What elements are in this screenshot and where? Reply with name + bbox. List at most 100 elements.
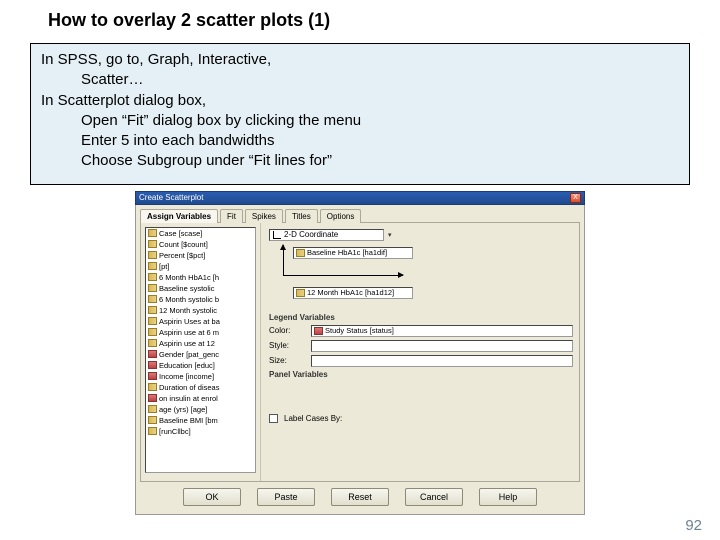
panel-variable-well[interactable]	[269, 381, 573, 405]
nominal-icon	[314, 327, 323, 335]
button-bar: OK Paste Reset Cancel Help	[140, 482, 580, 514]
list-item[interactable]: Percent [$pct]	[146, 250, 255, 261]
var-label: Percent [$pct]	[159, 251, 205, 260]
y-axis-arrow-icon	[283, 245, 284, 275]
tab-titles[interactable]: Titles	[285, 209, 318, 223]
var-label: [runCllbc]	[159, 427, 191, 436]
list-item[interactable]: 12 Month systolic	[146, 305, 255, 316]
list-item[interactable]: Count [$count]	[146, 239, 255, 250]
style-label: Style:	[269, 341, 305, 350]
axes-icon	[273, 231, 281, 239]
list-item[interactable]: on insulin at enrol	[146, 393, 255, 404]
tab-assign-variables[interactable]: Assign Variables	[140, 209, 218, 223]
color-var-text: Study Status [status]	[325, 325, 394, 337]
var-label: [pt]	[159, 262, 169, 271]
list-item[interactable]: age (yrs) [age]	[146, 404, 255, 415]
list-item[interactable]: Duration of diseas	[146, 382, 255, 393]
list-item[interactable]: Income [income]	[146, 371, 255, 382]
list-item[interactable]: Case [scase]	[146, 228, 255, 239]
scale-icon	[148, 251, 157, 259]
reset-button[interactable]: Reset	[331, 488, 389, 506]
dialog-title: Create Scatterplot	[139, 193, 203, 202]
y-var-text: Baseline HbA1c [ha1dif]	[307, 247, 387, 259]
dialog-body: Assign Variables Fit Spikes Titles Optio…	[135, 205, 585, 515]
slide-title: How to overlay 2 scatter plots (1)	[0, 0, 720, 35]
scale-icon	[148, 416, 157, 424]
x-var-text: 12 Month HbA1c [ha1d12]	[307, 287, 394, 299]
dialog-titlebar[interactable]: Create Scatterplot X	[135, 191, 585, 205]
note-line: In Scatterplot dialog box,	[41, 91, 679, 111]
color-label: Color:	[269, 326, 305, 335]
var-label: 6 Month HbA1c [h	[159, 273, 219, 282]
cancel-button[interactable]: Cancel	[405, 488, 463, 506]
close-button[interactable]: X	[570, 193, 581, 203]
y-variable-well[interactable]: Baseline HbA1c [ha1dif]	[293, 247, 413, 259]
label-cases-checkbox[interactable]	[269, 414, 278, 423]
scale-icon	[148, 284, 157, 292]
list-item[interactable]: [runCllbc]	[146, 426, 255, 437]
var-label: Income [income]	[159, 372, 214, 381]
coord-label: 2-D Coordinate	[284, 229, 338, 241]
list-item[interactable]: Baseline BMI [bm	[146, 415, 255, 426]
list-item[interactable]: 6 Month HbA1c [h	[146, 272, 255, 283]
scale-icon	[148, 328, 157, 336]
tab-options[interactable]: Options	[320, 209, 362, 223]
chevron-down-icon[interactable]: ▾	[388, 231, 392, 239]
var-label: 12 Month systolic	[159, 306, 217, 315]
scale-icon	[148, 229, 157, 237]
var-label: 6 Month systolic b	[159, 295, 219, 304]
note-line: Open “Fit” dialog box by clicking the me…	[41, 111, 679, 131]
var-label: Aspirin Uses at ba	[159, 317, 220, 326]
var-label: Case [scase]	[159, 229, 202, 238]
list-item[interactable]: Baseline systolic	[146, 283, 255, 294]
axis-preview: Baseline HbA1c [ha1dif] 12 Month HbA1c […	[275, 245, 573, 309]
var-label: Education [educ]	[159, 361, 215, 370]
note-line: Scatter…	[41, 70, 679, 90]
label-cases-well[interactable]	[348, 413, 573, 425]
tab-fit[interactable]: Fit	[220, 209, 243, 223]
note-line: Choose Subgroup under “Fit lines for”	[41, 151, 679, 171]
list-item[interactable]: Education [educ]	[146, 360, 255, 371]
tab-strip: Assign Variables Fit Spikes Titles Optio…	[140, 209, 580, 223]
var-label: on insulin at enrol	[159, 394, 218, 403]
list-item[interactable]: 6 Month systolic b	[146, 294, 255, 305]
variable-list-panel: Case [scase] Count [$count] Percent [$pc…	[141, 223, 261, 481]
variable-list[interactable]: Case [scase] Count [$count] Percent [$pc…	[145, 227, 256, 473]
scale-icon	[148, 240, 157, 248]
label-cases-text: Label Cases By:	[284, 414, 342, 423]
scatterplot-dialog: Create Scatterplot X Assign Variables Fi…	[135, 191, 585, 515]
var-label: Gender [pat_genc	[159, 350, 219, 359]
scale-icon	[148, 405, 157, 413]
scale-icon	[148, 339, 157, 347]
nominal-icon	[148, 394, 157, 402]
var-label: Baseline systolic	[159, 284, 214, 293]
list-item[interactable]: Aspirin Uses at ba	[146, 316, 255, 327]
x-variable-well[interactable]: 12 Month HbA1c [ha1d12]	[293, 287, 413, 299]
nominal-icon	[148, 350, 157, 358]
legend-section-label: Legend Variables	[269, 313, 573, 322]
list-item[interactable]: [pt]	[146, 261, 255, 272]
list-item[interactable]: Aspirin use at 12	[146, 338, 255, 349]
help-button[interactable]: Help	[479, 488, 537, 506]
scale-icon	[148, 306, 157, 314]
paste-button[interactable]: Paste	[257, 488, 315, 506]
size-label: Size:	[269, 356, 305, 365]
assignment-panel: 2-D Coordinate ▾ Baseline HbA1c [ha1dif]…	[261, 223, 579, 481]
note-line: In SPSS, go to, Graph, Interactive,	[41, 50, 679, 70]
tab-content: Case [scase] Count [$count] Percent [$pc…	[140, 222, 580, 482]
instruction-box: In SPSS, go to, Graph, Interactive, Scat…	[30, 43, 690, 185]
list-item[interactable]: Gender [pat_genc	[146, 349, 255, 360]
list-item[interactable]: Aspirin use at 6 m	[146, 327, 255, 338]
style-variable-well[interactable]	[311, 340, 573, 352]
scale-icon	[148, 262, 157, 270]
coord-type-dropdown[interactable]: 2-D Coordinate	[269, 229, 384, 241]
size-variable-well[interactable]	[311, 355, 573, 367]
tab-spikes[interactable]: Spikes	[245, 209, 283, 223]
note-line: Enter 5 into each bandwidths	[41, 131, 679, 151]
ok-button[interactable]: OK	[183, 488, 241, 506]
var-label: Baseline BMI [bm	[159, 416, 218, 425]
nominal-icon	[148, 372, 157, 380]
color-variable-well[interactable]: Study Status [status]	[311, 325, 573, 337]
var-label: Duration of diseas	[159, 383, 219, 392]
var-label: Aspirin use at 6 m	[159, 328, 219, 337]
